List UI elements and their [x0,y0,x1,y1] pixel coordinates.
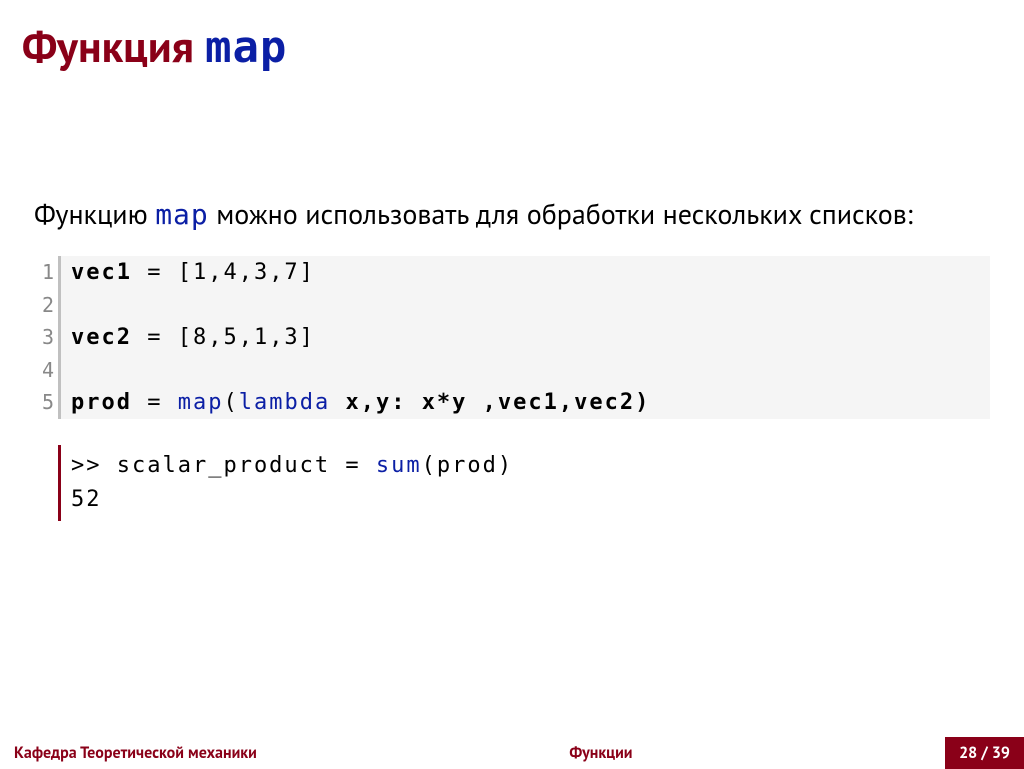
code-rest-post: x,y: x*y ,vec1,vec2) [330,390,650,415]
out-line2: 52 [71,487,102,512]
para-text-2: можно использовать для обработки несколь… [209,195,913,232]
code-content: vec2 = [8,5,1,3] [61,321,990,354]
code-listing: 1 vec1 = [1,4,3,7] 2 3 vec2 = [8,5,1,3] … [34,256,990,419]
footer-mid: Функции [257,743,945,763]
slide-title: Функция map [22,18,287,75]
code-content: prod = map(lambda x,y: x*y ,vec1,vec2) [61,386,990,419]
code-rest-mid: ( [223,390,238,415]
out-fn: sum [376,453,422,478]
out-post: (prod) [422,453,513,478]
code-fn: lambda [239,390,330,415]
para-text-1: Функцию [34,195,155,232]
footer-left: Кафедра Теоретической механики [0,743,257,763]
footer: Кафедра Теоретической механики Функции 2… [0,737,1024,769]
line-number: 4 [34,354,58,386]
paragraph: Функцию map можно использовать для обраб… [34,195,990,234]
output-spacer [34,445,58,521]
slide-body: Функцию map можно использовать для обраб… [34,195,990,521]
code-line: 2 [34,289,990,321]
code-line: 3 vec2 = [8,5,1,3] [34,321,990,354]
line-number: 5 [34,386,58,419]
code-rest-pre: = [132,390,178,415]
title-prefix: Функция [22,18,205,75]
code-rest: = [8,5,1,3] [132,325,315,350]
code-line: 1 vec1 = [1,4,3,7] [34,256,990,289]
code-content: vec1 = [1,4,3,7] [61,256,990,289]
code-content [61,289,990,321]
output-block: >> scalar_product = sum(prod) 52 [34,445,990,521]
code-keyword: vec2 [71,325,132,350]
code-rest: = [1,4,3,7] [132,260,315,285]
code-line: 5 prod = map(lambda x,y: x*y ,vec1,vec2) [34,386,990,419]
code-fn: map [178,390,224,415]
output-content: >> scalar_product = sum(prod) 52 [61,445,990,521]
code-line: 4 [34,354,990,386]
footer-page: 28 / 39 [945,737,1024,769]
para-code: map [155,198,209,231]
code-content [61,354,990,386]
line-number: 3 [34,321,58,354]
out-pre: >> scalar_product = [71,453,376,478]
code-keyword: prod [71,390,132,415]
line-number: 2 [34,289,58,321]
code-keyword: vec1 [71,260,132,285]
slide: Функция map Функцию map можно использова… [0,0,1024,769]
line-number: 1 [34,256,58,289]
title-code: map [205,22,287,73]
